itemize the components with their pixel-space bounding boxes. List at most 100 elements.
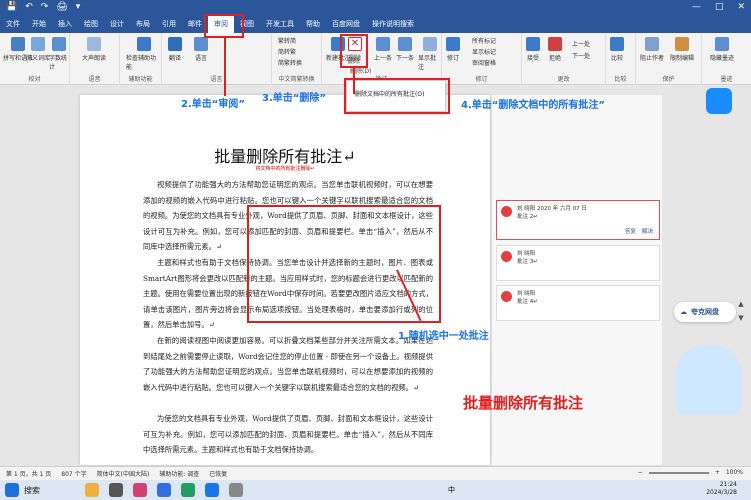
document-title: 批量删除所有批注↵ [214,147,356,166]
cloud-icon: ☁ [680,308,687,316]
reject-button[interactable]: 拒绝 [548,37,562,62]
simp-to-trad-button[interactable]: 简转繁 [278,47,296,56]
tab-layout[interactable]: 布局 [130,15,156,33]
tab-insert[interactable]: 插入 [52,15,78,33]
system-clock[interactable]: 21:24 2024/3/28 [706,481,737,497]
block-authors-icon [645,37,659,51]
restrict-editing-button[interactable]: 限制编辑 [670,37,694,62]
comment-text: 批注 2↵ [517,214,538,220]
markup-select[interactable]: 所有标记 [472,36,496,45]
show-markup-button[interactable]: 显示标记 [472,47,496,56]
comment-card-selected[interactable]: 刘 晓阳 2020 年 六月 07 日 批注 2↵ 答复 解决 [496,200,660,240]
compare-button[interactable]: 比较 [610,37,624,62]
group-compare: 比较 比较 [606,33,636,85]
taskbar-search[interactable]: 搜索 [24,485,40,496]
block-authors-button[interactable]: 阻止作者 [640,37,664,62]
recovery-status: 已恢复 [209,471,228,478]
comment-text: 批注 3↵ [517,259,538,265]
previous-comment-button[interactable]: 上一条 [374,37,392,62]
redo-icon[interactable]: ↷ [41,2,49,12]
file-explorer-icon[interactable] [229,483,243,497]
convert-button[interactable]: 简繁转换 [278,58,302,67]
comment-card[interactable]: 刘 晓阳 批注 3↵ [496,245,660,281]
comment-author: 刘 晓阳 [517,251,536,257]
word-count[interactable]: 807 个字 [61,469,86,478]
close-button[interactable]: ✕ [737,2,745,12]
reviewing-pane-button[interactable]: 审阅窗格 [472,58,496,67]
group-chinese-conversion: 繁转简 简转繁 简繁转换 中文简繁转换 [272,33,322,85]
task-view-icon[interactable] [109,483,123,497]
tab-home[interactable]: 开始 [26,15,52,33]
avatar [501,206,512,217]
accessibility-status[interactable]: 辅助功能: 调查 [159,469,199,478]
group-changes: 接受 拒绝 上一处 下一处 更改 [522,33,606,85]
tab-file[interactable]: 文件 [0,15,26,33]
ime-indicator[interactable]: 中 [448,485,455,495]
side-toolbar: ▲ ▼ [734,300,748,360]
track-changes-button[interactable]: 修订 [446,37,460,62]
app-badge-icon[interactable] [706,88,732,114]
tab-draw[interactable]: 绘图 [78,15,104,33]
comment-card[interactable]: 刘 晓阳 批注 4↵ [496,285,660,321]
tab-references[interactable]: 引用 [156,15,182,33]
word-count-button[interactable]: 字数统计 [49,37,69,71]
maximize-button[interactable]: □ [715,2,724,12]
hide-ink-button[interactable]: 隐藏墨迹 [710,37,734,62]
check-accessibility-button[interactable]: 检查辅助功能 [126,37,161,71]
group-speech: 大声朗读 语音 [70,33,120,85]
accept-button[interactable]: 接受 [526,37,540,62]
app-icon[interactable] [133,483,147,497]
chat-icon[interactable] [181,483,195,497]
reply-button[interactable]: 答复 [625,227,636,235]
customize-icon[interactable]: ▾ [76,2,81,12]
print-icon[interactable]: 🖨 [56,2,67,12]
browser-icon[interactable] [205,483,219,497]
tab-help[interactable]: 帮助 [300,15,326,33]
annotation-step4: 4.单击“删除文档中的所有批注” [461,100,605,111]
next-change-button[interactable]: 下一处 [572,51,590,60]
minimize-button[interactable]: — [692,2,701,12]
document-subtitle: 将文档中的所有批注删除↵ [255,166,315,172]
highlight-delete-all [344,78,450,114]
next-icon [398,37,412,51]
thesaurus-button[interactable]: 同义词库 [26,37,50,62]
word-app-icon[interactable] [157,483,171,497]
previous-icon [376,37,390,51]
tab-developer[interactable]: 开发工具 [260,15,300,33]
read-aloud-icon [87,37,101,51]
translate-button[interactable]: 翻译 [168,37,182,62]
scroll-down-icon[interactable]: ▼ [738,314,743,322]
zoom-in-icon[interactable]: + [715,469,720,476]
show-comments-button[interactable]: 显示批注 [418,37,441,71]
previous-change-button[interactable]: 上一处 [572,39,590,48]
language-status[interactable]: 简体中文(中国大陆) [97,469,150,478]
save-icon[interactable]: 💾 [6,2,17,12]
page-count[interactable]: 第 1 页，共 1 页 [6,469,51,478]
group-language: 翻译 语言 语言 [162,33,272,85]
resolve-button[interactable]: 解决 [642,227,653,235]
zoom-slider[interactable] [648,471,709,474]
widget-icon[interactable] [85,483,99,497]
paragraph-3[interactable]: 在新的阅读视图中阅读更加容易。可以折叠文档某些部分并关注所需文本。如果在达到结尾… [143,333,433,395]
trad-to-simp-button[interactable]: 繁转简 [278,36,296,45]
quark-netdisk-widget[interactable]: ☁ 夸克网盘 [674,302,736,322]
comment-actions: 答复 解决 [625,227,653,235]
word-count-icon [52,37,66,51]
tab-design[interactable]: 设计 [104,15,130,33]
group-ink: 隐藏墨迹 墨迹 [702,33,751,85]
highlight-delete-button [340,34,368,68]
undo-icon[interactable]: ↶ [25,2,33,12]
hide-ink-icon [715,37,729,51]
tab-baidu-netdisk[interactable]: 百度网盘 [326,15,366,33]
zoom-out-icon[interactable]: − [638,469,643,476]
taskbar: 搜索 中 21:24 2024/3/28 [0,480,751,500]
zoom-level[interactable]: 100% [726,469,743,476]
start-icon[interactable] [5,483,19,497]
language-button[interactable]: 语言 [194,37,208,62]
scroll-up-icon[interactable]: ▲ [738,300,743,308]
annotation-step3: 3.单击“删除” [262,93,326,104]
paragraph-4[interactable]: 为使您的文档具有专业外观，Word提供了页眉、页脚、封面和文本框设计，这些设计可… [143,411,433,463]
next-comment-button[interactable]: 下一条 [396,37,414,62]
tell-me-search[interactable]: 操作说明搜索 [366,15,420,33]
read-aloud-button[interactable]: 大声朗读 [82,37,106,62]
